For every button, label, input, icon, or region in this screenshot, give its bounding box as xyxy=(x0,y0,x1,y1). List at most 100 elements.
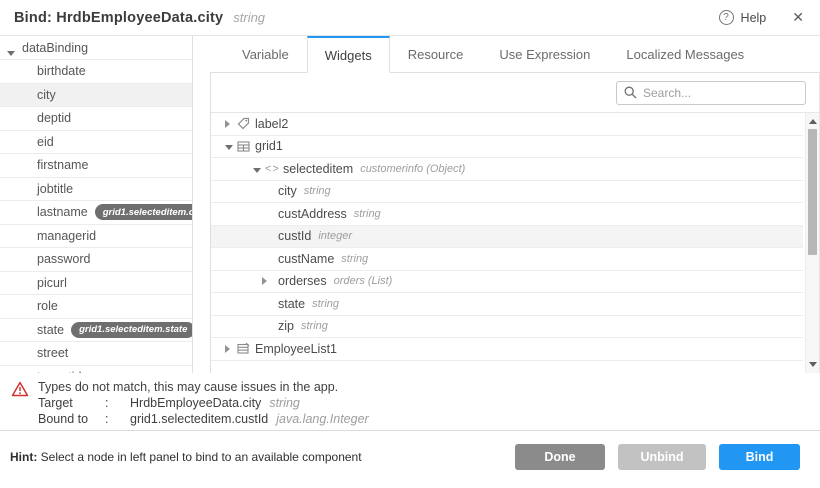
tree-row-label2[interactable]: label2 xyxy=(211,113,803,136)
chevron-down-icon[interactable] xyxy=(225,139,237,153)
tree-row-zip[interactable]: zip string xyxy=(211,316,803,339)
warning-colon: : xyxy=(105,411,130,427)
sidebar-item-label: street xyxy=(37,346,68,360)
scroll-up-icon[interactable] xyxy=(809,119,817,124)
tree-node-label: custName xyxy=(278,252,334,266)
sidebar-item-label: picurl xyxy=(37,276,67,290)
tree-node-label: label2 xyxy=(255,117,288,131)
tree-scrollbar[interactable] xyxy=(805,113,819,373)
tree-node-label: selecteditem xyxy=(283,162,353,176)
done-button[interactable]: Done xyxy=(515,444,605,470)
tree-row-state[interactable]: state string xyxy=(211,293,803,316)
help-icon[interactable]: ? xyxy=(719,10,734,25)
list-icon xyxy=(237,342,255,355)
search-input[interactable] xyxy=(643,86,798,100)
sidebar-item-label: password xyxy=(37,252,91,266)
sidebar-item-label: state xyxy=(37,323,64,337)
sidebar-item-label: city xyxy=(37,88,56,102)
tree-row-selecteditem[interactable]: <> selecteditem customerinfo (Object) xyxy=(211,158,803,181)
tree-node-type: integer xyxy=(318,230,352,242)
sidebar-item-label: eid xyxy=(37,135,54,149)
tree-node-label: custAddress xyxy=(278,207,347,221)
unbind-button[interactable]: Unbind xyxy=(618,444,706,470)
sidebar-item-password[interactable]: password xyxy=(0,248,192,272)
sidebar-item-managerid[interactable]: managerid xyxy=(0,225,192,249)
chevron-right-icon[interactable] xyxy=(262,274,274,288)
widget-tree: label2 grid1 <> xyxy=(211,113,819,373)
tree-node-label: EmployeeList1 xyxy=(255,342,337,356)
tree-node-label: city xyxy=(278,184,297,198)
sidebar-item-street[interactable]: street xyxy=(0,342,192,366)
widgets-panel: label2 grid1 <> xyxy=(210,73,820,373)
sidebar-item-eid[interactable]: eid xyxy=(0,131,192,155)
warning-bound-line: Bound to : grid1.selecteditem.custId jav… xyxy=(38,411,820,427)
tree-node-label: grid1 xyxy=(255,139,283,153)
tree-row-custName[interactable]: custName string xyxy=(211,248,803,271)
chevron-right-icon[interactable] xyxy=(225,342,237,356)
tab-use-expression[interactable]: Use Expression xyxy=(481,36,608,72)
tree-node-label: orderses xyxy=(278,274,327,288)
sidebar-item-jobtitle[interactable]: jobtitle xyxy=(0,178,192,202)
binding-badge: grid1.selecteditem.custName xyxy=(95,204,193,220)
sidebar-item-role[interactable]: role xyxy=(0,295,192,319)
close-icon[interactable]: ✕ xyxy=(792,9,804,26)
sidebar-item-firstname[interactable]: firstname xyxy=(0,154,192,178)
sidebar-item-city[interactable]: city xyxy=(0,84,192,108)
tree-node-type: string xyxy=(301,320,328,332)
chevron-right-icon[interactable] xyxy=(225,117,237,131)
sidebar-item-birthdate[interactable]: birthdate xyxy=(0,60,192,84)
tab-widgets[interactable]: Widgets xyxy=(307,36,390,73)
tree-node-type: string xyxy=(312,298,339,310)
tree-node-type: string xyxy=(341,253,368,265)
tree-node-type: customerinfo (Object) xyxy=(360,163,465,175)
tab-variable[interactable]: Variable xyxy=(224,36,307,72)
sidebar-item-tenantid[interactable]: tenantid xyxy=(0,366,192,374)
bind-tabs: Variable Widgets Resource Use Expression… xyxy=(210,36,820,73)
bind-button[interactable]: Bind xyxy=(719,444,800,470)
search-box[interactable] xyxy=(616,81,806,105)
warning-target-type: string xyxy=(269,395,300,411)
tree-row-orderses[interactable]: orderses orders (List) xyxy=(211,271,803,294)
chevron-down-icon[interactable] xyxy=(253,162,265,176)
tag-icon xyxy=(237,117,255,130)
sidebar-item-state[interactable]: state grid1.selecteditem.state xyxy=(0,319,192,343)
dialog-title: Bind: HrdbEmployeeData.city xyxy=(14,10,223,26)
tab-label: Resource xyxy=(408,47,464,62)
sidebar-item-lastname[interactable]: lastname grid1.selecteditem.custName xyxy=(0,201,192,225)
tree-row-EmployeeList1[interactable]: EmployeeList1 xyxy=(211,338,803,361)
tab-label: Use Expression xyxy=(499,47,590,62)
scrollbar-thumb[interactable] xyxy=(808,129,817,255)
grid-icon xyxy=(237,140,255,153)
bind-dialog: Bind: HrdbEmployeeData.city string ? Hel… xyxy=(0,0,820,488)
sidebar-item-dataBinding[interactable]: dataBinding xyxy=(0,36,192,60)
tree-row-city[interactable]: city string xyxy=(211,181,803,204)
field-sidebar: dataBinding birthdate city deptid eid fi… xyxy=(0,36,193,373)
warning-bound-value: grid1.selecteditem.custId xyxy=(130,411,268,427)
chevron-down-icon[interactable] xyxy=(7,45,19,59)
object-icon: <> xyxy=(265,163,283,175)
tab-resource[interactable]: Resource xyxy=(390,36,482,72)
tab-label: Variable xyxy=(242,47,289,62)
search-icon xyxy=(624,86,637,99)
tree-row-custId[interactable]: custId integer xyxy=(211,226,803,249)
help-link[interactable]: Help xyxy=(741,11,767,25)
hint-body: Select a node in left panel to bind to a… xyxy=(37,450,361,464)
tree-node-label: zip xyxy=(278,319,294,333)
sidebar-item-label: deptid xyxy=(37,111,71,125)
tree-node-label: custId xyxy=(278,229,311,243)
sidebar-item-picurl[interactable]: picurl xyxy=(0,272,192,296)
scroll-down-icon[interactable] xyxy=(809,362,817,367)
sidebar-item-deptid[interactable]: deptid xyxy=(0,107,192,131)
warning-target-value: HrdbEmployeeData.city xyxy=(130,395,261,411)
warning-message: Types do not match, this may cause issue… xyxy=(38,379,820,395)
warning-target-label: Target xyxy=(38,395,105,411)
search-row xyxy=(211,73,819,113)
warning-bound-label: Bound to xyxy=(38,411,105,427)
tree-row-grid1[interactable]: grid1 xyxy=(211,136,803,159)
sidebar-item-label: jobtitle xyxy=(37,182,73,196)
tree-row-custAddress[interactable]: custAddress string xyxy=(211,203,803,226)
tree-node-label: state xyxy=(278,297,305,311)
sidebar-item-label: managerid xyxy=(37,229,96,243)
dialog-header: Bind: HrdbEmployeeData.city string ? Hel… xyxy=(0,0,820,36)
tab-localized-messages[interactable]: Localized Messages xyxy=(608,36,762,72)
